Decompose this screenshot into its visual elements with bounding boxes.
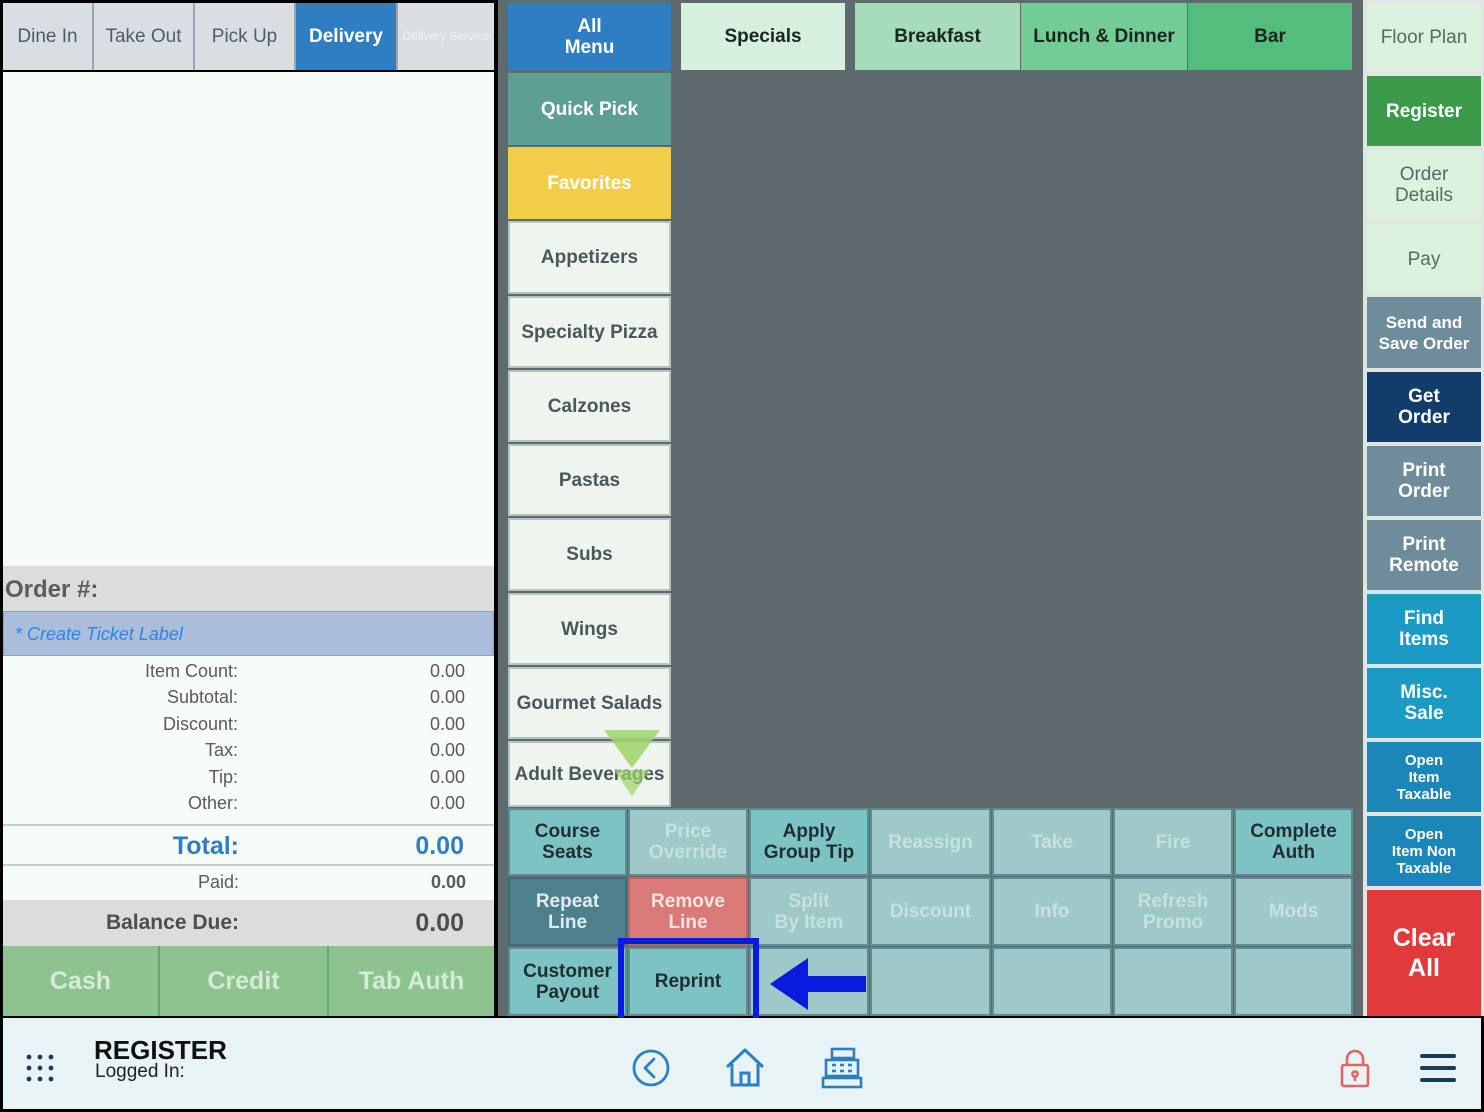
- register-button[interactable]: Register: [1367, 76, 1481, 146]
- paid-value: 0.00: [430, 872, 466, 892]
- info-button: Info: [992, 877, 1112, 946]
- menu-category-subs[interactable]: Subs: [508, 518, 671, 591]
- hamburger-menu-icon[interactable]: [1420, 1054, 1456, 1082]
- order-items-list: [3, 72, 494, 566]
- app-grid-icon[interactable]: [25, 1053, 55, 1083]
- tab-pick-up[interactable]: Pick Up: [195, 3, 296, 70]
- print-remote-button[interactable]: Print Remote: [1367, 520, 1481, 590]
- get-order-button[interactable]: Get Order: [1367, 372, 1481, 442]
- open-item-taxable-button[interactable]: Open Item Taxable: [1367, 742, 1481, 812]
- find-items-button[interactable]: Find Items: [1367, 594, 1481, 664]
- paid-row: Paid: 0.00: [3, 866, 494, 900]
- summary-row-tax: Tax: 0.00: [204, 740, 465, 760]
- cash-button[interactable]: Cash: [3, 946, 160, 1016]
- split-by-item-button: Split By Item: [749, 877, 869, 946]
- category-breakfast[interactable]: Breakfast: [855, 3, 1020, 70]
- summary-row-discount: Discount: 0.00: [162, 714, 465, 734]
- logged-in-label: Logged In:: [95, 1061, 185, 1082]
- order-details-button[interactable]: Order Details: [1367, 150, 1481, 220]
- menu-category-calzones[interactable]: Calzones: [508, 370, 671, 442]
- home-icon[interactable]: [723, 1045, 767, 1089]
- empty-action-slot: [1113, 947, 1233, 1016]
- reassign-button: Reassign: [870, 808, 991, 876]
- lock-icon[interactable]: [1339, 1048, 1371, 1088]
- arrow-left-icon: [770, 956, 868, 1012]
- menu-category-wings[interactable]: Wings: [508, 593, 671, 665]
- refresh-promo-button: Refresh Promo: [1113, 877, 1233, 946]
- tab-dine-in[interactable]: Dine In: [3, 3, 94, 70]
- total-label: Total:: [172, 832, 239, 860]
- misc-sale-button[interactable]: Misc. Sale: [1367, 668, 1481, 738]
- summary-row-other: Other: 0.00: [187, 793, 465, 813]
- cash-register-icon[interactable]: [820, 1046, 864, 1090]
- customer-payout-button[interactable]: Customer Payout: [508, 947, 627, 1016]
- tab-auth-button[interactable]: Tab Auth: [329, 946, 494, 1016]
- complete-auth-button[interactable]: Complete Auth: [1234, 808, 1353, 876]
- tab-delivery-service: Delivery Service: [398, 3, 494, 70]
- menu-category-specialty-pizza[interactable]: Specialty Pizza: [508, 296, 671, 368]
- back-icon[interactable]: [631, 1048, 671, 1088]
- all-menu-button[interactable]: All Menu: [508, 3, 671, 70]
- total-value: 0.00: [415, 832, 464, 860]
- category-bar[interactable]: Bar: [1188, 3, 1352, 70]
- open-item-non-taxable-button[interactable]: Open Item Non Taxable: [1367, 816, 1481, 886]
- credit-button[interactable]: Credit: [160, 946, 329, 1016]
- pay-button[interactable]: Pay: [1367, 224, 1481, 294]
- fire-button: Fire: [1113, 808, 1233, 876]
- order-number-label: Order #:: [5, 576, 99, 603]
- tab-delivery[interactable]: Delivery: [296, 3, 398, 70]
- balance-due-label: Balance Due:: [105, 911, 239, 934]
- favorites-button[interactable]: Favorites: [508, 147, 671, 219]
- quick-pick-button[interactable]: Quick Pick: [508, 73, 671, 145]
- print-order-button[interactable]: Print Order: [1367, 446, 1481, 516]
- order-summary: Item Count: 0.00 Subtotal: 0.00 Discount: 0…: [3, 656, 494, 826]
- discount-button: Discount: [870, 877, 991, 946]
- summary-row-tip: Tip: 0.00: [208, 767, 465, 787]
- empty-action-slot: [870, 947, 991, 1016]
- menu-category-gourmet-salads[interactable]: Gourmet Salads: [508, 667, 671, 739]
- scroll-down-icon[interactable]: [604, 730, 660, 796]
- floor-plan-button[interactable]: Floor Plan: [1367, 3, 1481, 72]
- menu-category-appetizers[interactable]: Appetizers: [508, 221, 671, 294]
- summary-row-item-count: Item Count: 0.00: [144, 661, 465, 681]
- category-lunch-dinner[interactable]: Lunch & Dinner: [1021, 3, 1187, 70]
- order-number-bar: Order #:: [3, 566, 494, 611]
- total-row: Total: 0.00: [3, 824, 494, 866]
- menu-category-pastas[interactable]: Pastas: [508, 444, 671, 516]
- empty-action-slot: [1234, 947, 1353, 1016]
- price-override-button: Price Override: [628, 808, 748, 876]
- empty-action-slot: [992, 947, 1112, 1016]
- clear-all-button[interactable]: Clear All: [1367, 890, 1481, 1016]
- remove-line-button[interactable]: Remove Line: [628, 877, 748, 946]
- mods-button: Mods: [1234, 877, 1353, 946]
- reprint-highlight-box: [618, 938, 759, 1025]
- summary-row-subtotal: Subtotal: 0.00: [166, 687, 465, 707]
- category-specials[interactable]: Specials: [681, 3, 845, 70]
- balance-due-value: 0.00: [415, 909, 464, 937]
- ticket-label-input[interactable]: * Create Ticket Label: [3, 611, 494, 656]
- repeat-line-button[interactable]: Repeat Line: [508, 877, 627, 946]
- apply-group-tip-button[interactable]: Apply Group Tip: [749, 808, 869, 876]
- tab-take-out[interactable]: Take Out: [94, 3, 195, 70]
- balance-due-row: Balance Due: 0.00: [3, 900, 494, 946]
- send-save-order-button[interactable]: Send and Save Order: [1367, 297, 1481, 368]
- ticket-label-placeholder: * Create Ticket Label: [15, 624, 183, 644]
- paid-label: Paid:: [197, 872, 239, 892]
- course-seats-button[interactable]: Course Seats: [508, 808, 627, 876]
- take-button: Take: [992, 808, 1112, 876]
